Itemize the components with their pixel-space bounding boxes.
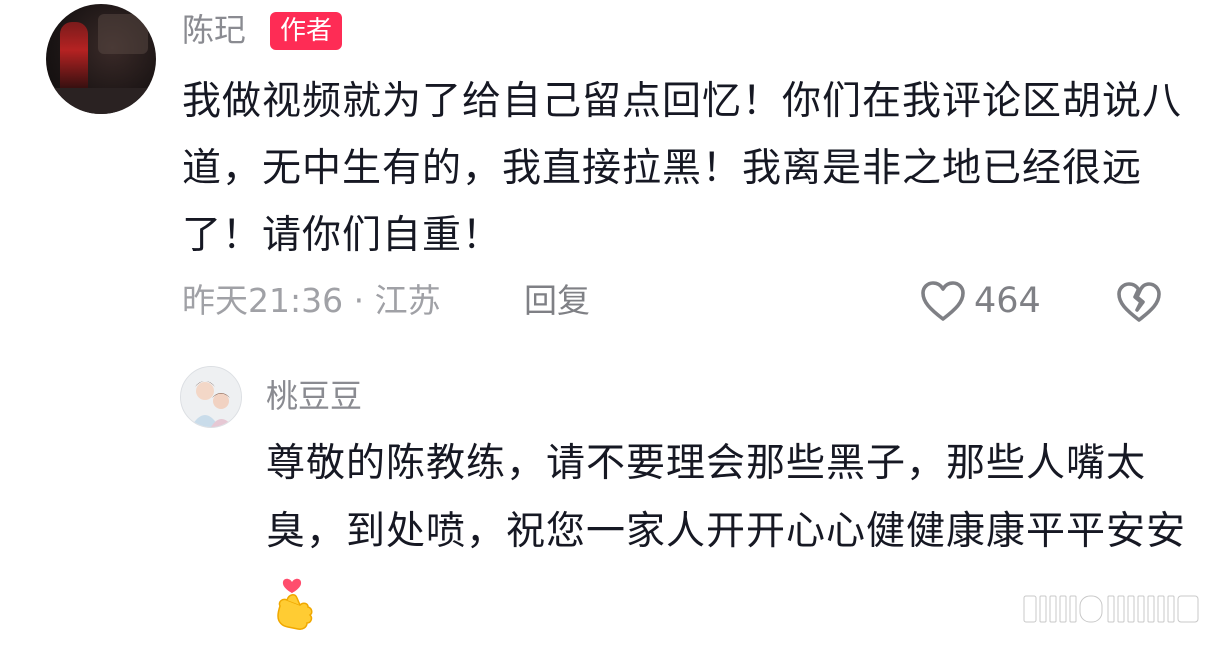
reply-avatar-image (181, 367, 241, 427)
comment-text: 我做视频就为了给自己留点回忆！你们在我评论区胡说八道，无中生有的，我直接拉黑！我… (182, 79, 1183, 258)
watermark-logo (1023, 595, 1199, 623)
broken-heart-icon[interactable] (1116, 280, 1162, 324)
avatar-background (98, 14, 148, 54)
author-badge: 作者 (270, 12, 343, 50)
like-count: 464 (974, 281, 1041, 321)
finger-heart-emoji-icon (270, 572, 320, 632)
reply-button[interactable]: 回复 (524, 276, 590, 326)
avatar-floor (46, 88, 156, 114)
reply-text: 尊敬的陈教练，请不要理会那些黑子，那些人嘴太臭，到处喷，祝您一家人开开心心健健康… (266, 441, 1187, 554)
reply-avatar[interactable] (180, 366, 242, 428)
author-avatar[interactable] (46, 4, 156, 114)
like-button[interactable]: 464 (920, 278, 1041, 324)
comment-author-name[interactable]: 陈玘 (182, 8, 246, 52)
reply-author-name[interactable]: 桃豆豆 (266, 374, 362, 418)
heart-outline-icon (921, 281, 965, 321)
avatar-figure (60, 22, 88, 92)
comment-time-location: 昨天21:36 · 江苏 (182, 281, 441, 320)
